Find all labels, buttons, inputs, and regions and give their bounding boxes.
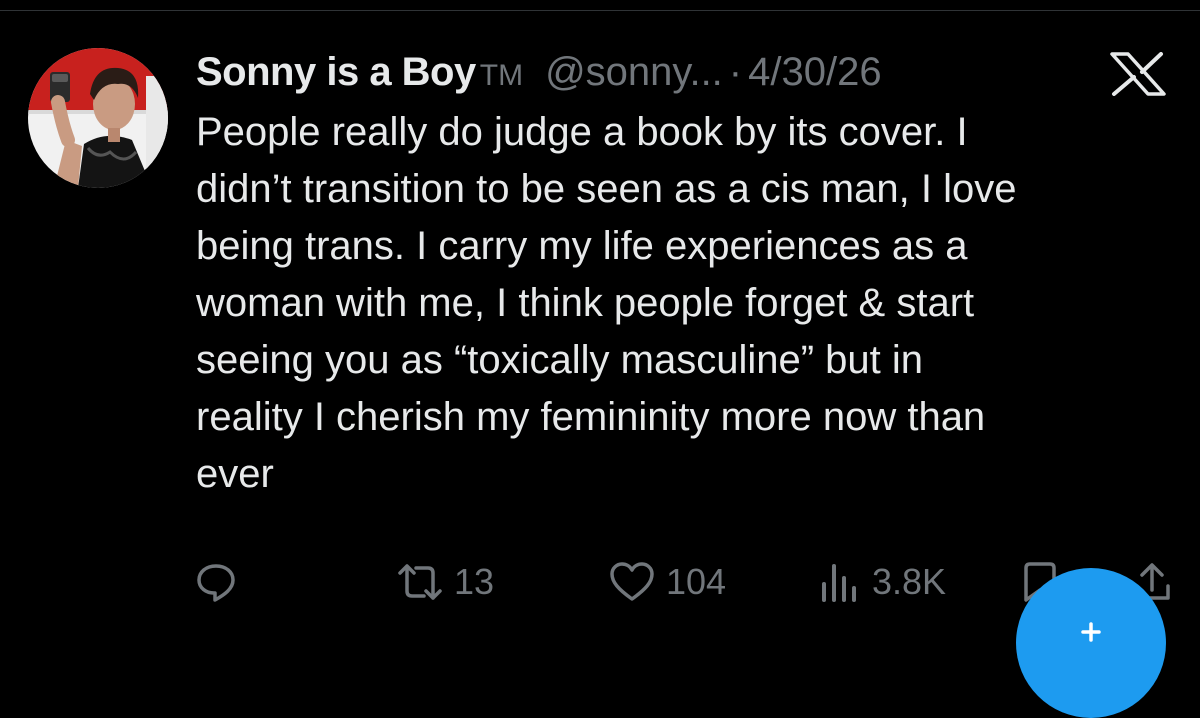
avatar[interactable] [28,48,168,188]
views-button[interactable]: 3.8K [818,552,946,612]
plus-icon [1081,622,1101,642]
separator-dot: · [728,50,743,94]
tweet-header: Sonny is a Boy TM @sonny... · 4/30/26 [196,44,882,100]
profile-photo [28,48,168,188]
display-name[interactable]: Sonny is a Boy [196,44,476,100]
x-logo-icon[interactable] [1108,52,1168,96]
like-count: 104 [666,561,727,602]
retweet-button[interactable]: 13 [396,552,494,612]
retweet-icon [398,564,442,600]
trademark-suffix: TM [479,59,524,92]
tweet-text: People really do judge a book by its cov… [196,110,1017,496]
tweet-date[interactable]: 4/30/26 [748,44,881,100]
views-icon [822,564,856,602]
like-button[interactable]: 104 [608,552,726,612]
reply-icon [197,564,235,602]
tweet-actions: 13 104 3.8K [0,552,1200,612]
compose-button[interactable] [1016,568,1166,718]
reply-button[interactable] [194,552,248,612]
top-divider [0,10,1200,11]
views-count: 3.8K [872,561,947,602]
heart-icon [610,562,654,601]
user-handle[interactable]: @sonny... [545,44,723,100]
retweet-count: 13 [454,561,495,602]
